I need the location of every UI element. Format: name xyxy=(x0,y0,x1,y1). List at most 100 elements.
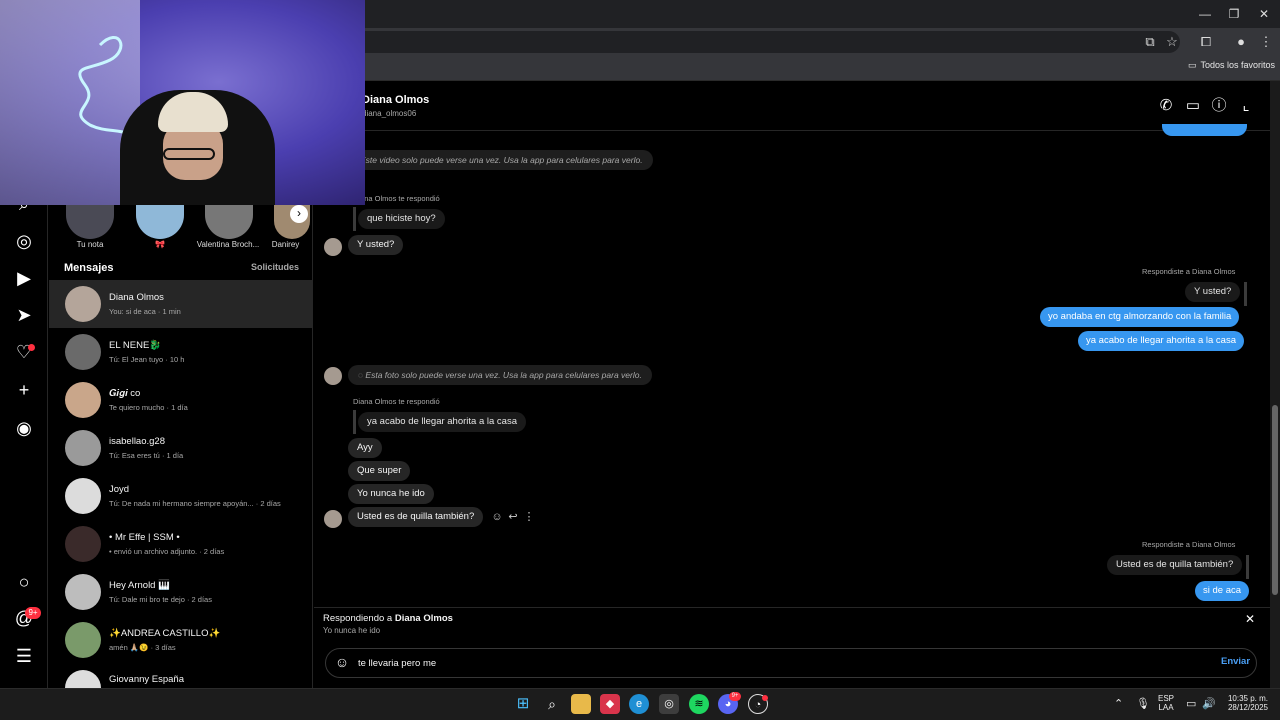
messages-heading: Mensajes xyxy=(64,262,114,274)
conversation-name: EL NENE🐉 xyxy=(109,340,162,351)
incoming-message[interactable]: Ayy xyxy=(348,438,382,458)
messages-icon[interactable]: ➤ xyxy=(12,303,36,327)
address-bar[interactable] xyxy=(300,31,1180,53)
avatar[interactable] xyxy=(324,510,342,528)
install-app-icon[interactable]: ⧉ xyxy=(1140,32,1160,52)
incoming-message[interactable]: Yo nunca he ido xyxy=(348,484,434,504)
conversation-item[interactable]: 𝑮𝒊𝒈𝒊 co Te quiero mucho · 1 día xyxy=(49,376,313,424)
message-input[interactable] xyxy=(358,654,1198,672)
close-reply-icon[interactable]: ✕ xyxy=(1243,612,1257,626)
bookmark-star-icon[interactable]: ☆ xyxy=(1162,32,1182,52)
story-label: Valentina Broch... xyxy=(196,240,260,249)
story-label: Danirey xyxy=(271,240,300,249)
discord-badge: 9+ xyxy=(729,692,741,701)
chat-scroll-thumb[interactable] xyxy=(1272,405,1278,595)
file-explorer-icon[interactable] xyxy=(571,694,591,714)
bookmarks-folder-label: Todos los favoritos xyxy=(1200,60,1276,70)
replying-prefix: Respondiendo a xyxy=(323,613,395,624)
incoming-message[interactable]: Usted es de quilla también? xyxy=(348,507,484,527)
taskbar-search-icon[interactable]: ⌕ xyxy=(542,694,562,714)
avatar[interactable] xyxy=(324,367,342,385)
requests-link[interactable]: Solicitudes xyxy=(251,262,299,272)
conversation-item[interactable]: Diana Olmos You: si de aca · 1 min xyxy=(49,280,313,328)
clock[interactable]: 10:35 p. m. 28/12/2025 xyxy=(1222,694,1268,712)
outgoing-message-partial[interactable] xyxy=(1162,124,1247,136)
avatar xyxy=(65,670,101,688)
restore-icon[interactable]: ❐ xyxy=(1220,4,1248,24)
incoming-message[interactable]: Y usted? xyxy=(348,235,404,255)
conversation-name: Diana Olmos xyxy=(109,292,164,303)
webcam-overlay xyxy=(0,0,365,205)
minimize-chat-icon[interactable]: ⌞ xyxy=(1236,96,1256,116)
avatar[interactable] xyxy=(324,238,342,256)
quoted-message: Usted es de quilla también? xyxy=(1107,555,1250,579)
conversation-item[interactable]: isabellao.g28 Tú: Esa eres tú · 1 día xyxy=(49,424,313,472)
conversation-preview: Tú: De nada mi hermano siempre apoyán...… xyxy=(109,499,281,508)
language-indicator[interactable]: ESP LAA xyxy=(1158,694,1174,712)
extensions-icon[interactable]: ⧠ xyxy=(1196,32,1216,52)
chrome-icon[interactable]: ◎ xyxy=(659,694,679,714)
reply-note: Respondiste a Diana Olmos xyxy=(1142,540,1236,549)
conversation-name: 𝑮𝒊𝒈𝒊 co xyxy=(109,388,141,399)
edge-icon[interactable]: e xyxy=(629,694,649,714)
chat-contact-username: diana_olmos06 xyxy=(362,109,417,118)
react-emoji-icon[interactable]: ☺ xyxy=(490,510,504,524)
send-button[interactable]: Enviar xyxy=(1221,656,1250,667)
chat-contact-name[interactable]: Diana Olmos xyxy=(362,94,429,106)
threads-icon[interactable]: ○ xyxy=(12,570,36,594)
conversation-preview: You: si de aca · 1 min xyxy=(109,307,181,316)
close-window-icon[interactable]: ✕ xyxy=(1250,4,1278,24)
phone-call-icon[interactable]: ✆ xyxy=(1156,96,1176,116)
explore-icon[interactable]: ◎ xyxy=(12,229,36,253)
volume-icon[interactable]: 🔊 xyxy=(1202,697,1216,710)
conversation-item[interactable]: EL NENE🐉 Tú: El Jean tuyo · 10 h xyxy=(49,328,313,376)
chevron-right-icon[interactable]: › xyxy=(290,205,308,223)
conversation-item[interactable]: Hey Arnold 🎹 Tú: Dale mi bro te dejo · 2… xyxy=(49,568,313,616)
incoming-message[interactable]: Que super xyxy=(348,461,411,481)
quoted-message: Y usted? xyxy=(1185,282,1248,306)
avatar xyxy=(65,526,101,562)
view-once-text: Este video solo puede verse una vez. Usa… xyxy=(360,155,643,165)
avatar xyxy=(65,622,101,658)
webcam-glasses xyxy=(163,148,215,160)
video-call-icon[interactable]: ▭ xyxy=(1183,96,1203,116)
windows-start-icon[interactable]: ⊞ xyxy=(513,694,533,714)
microphone-icon[interactable]: 🎙 xyxy=(1136,697,1150,710)
conversation-item[interactable]: • Mr Effe | SSM • • envió un archivo adj… xyxy=(49,520,313,568)
conversation-preview: • envió un archivo adjunto. · 2 días xyxy=(109,547,225,556)
conversation-name: Hey Arnold 🎹 xyxy=(109,580,170,591)
replying-to: Respondiendo a Diana Olmos xyxy=(323,613,453,624)
profile-icon[interactable]: ◉ xyxy=(12,416,36,440)
reels-icon[interactable]: ▶ xyxy=(12,266,36,290)
info-icon[interactable]: ⓘ xyxy=(1209,96,1229,116)
create-plus-icon[interactable]: + xyxy=(12,378,36,402)
bookmarks-folder[interactable]: ▭ Todos los favoritos xyxy=(1188,60,1275,71)
conversation-preview: Te quiero mucho · 1 día xyxy=(109,403,188,412)
quoted-text: Y usted? xyxy=(1185,282,1241,302)
more-options-icon[interactable]: ⋮ xyxy=(522,510,536,524)
conversation-item[interactable]: ✨ANDREA CASTILLO✨ amén 🙏🏼😉 · 3 días xyxy=(49,616,313,664)
view-once-notice: ◌ Esta foto solo puede verse una vez. Us… xyxy=(348,365,652,385)
chat-scrollbar[interactable] xyxy=(1270,81,1280,688)
network-icon[interactable]: ▭ xyxy=(1186,697,1196,710)
conversation-name: ✨ANDREA CASTILLO✨ xyxy=(109,628,221,639)
outgoing-message[interactable]: yo andaba en ctg almorzando con la famil… xyxy=(1040,307,1240,327)
avatar xyxy=(65,286,101,322)
more-menu-icon[interactable]: ☰ xyxy=(12,644,36,668)
chat-header xyxy=(314,81,1270,131)
browser-menu-icon[interactable]: ⋮ xyxy=(1256,32,1276,52)
reply-icon[interactable]: ↩ xyxy=(506,510,520,524)
outgoing-message[interactable]: ya acabo de llegar ahorita a la casa xyxy=(1078,331,1244,351)
quoted-message: ya acabo de llegar ahorita a la casa xyxy=(353,410,526,434)
spotify-icon[interactable]: ≋ xyxy=(689,694,709,714)
minimize-icon[interactable]: — xyxy=(1191,4,1219,24)
app-red-icon[interactable]: ◆ xyxy=(600,694,620,714)
emoji-icon[interactable]: ☺ xyxy=(333,653,351,671)
tray-overflow-icon[interactable]: ⌃ xyxy=(1114,697,1123,710)
conversation-item[interactable]: Giovanny España xyxy=(49,664,313,688)
profile-avatar-icon[interactable]: ● xyxy=(1231,32,1251,52)
outgoing-message[interactable]: si de aca xyxy=(1195,581,1250,601)
conversation-item[interactable]: Joyd Tú: De nada mi hermano siempre apoy… xyxy=(49,472,313,520)
view-once-notice: Este video solo puede verse una vez. Usa… xyxy=(350,150,653,170)
replying-text: Yo nunca he ido xyxy=(323,626,381,635)
